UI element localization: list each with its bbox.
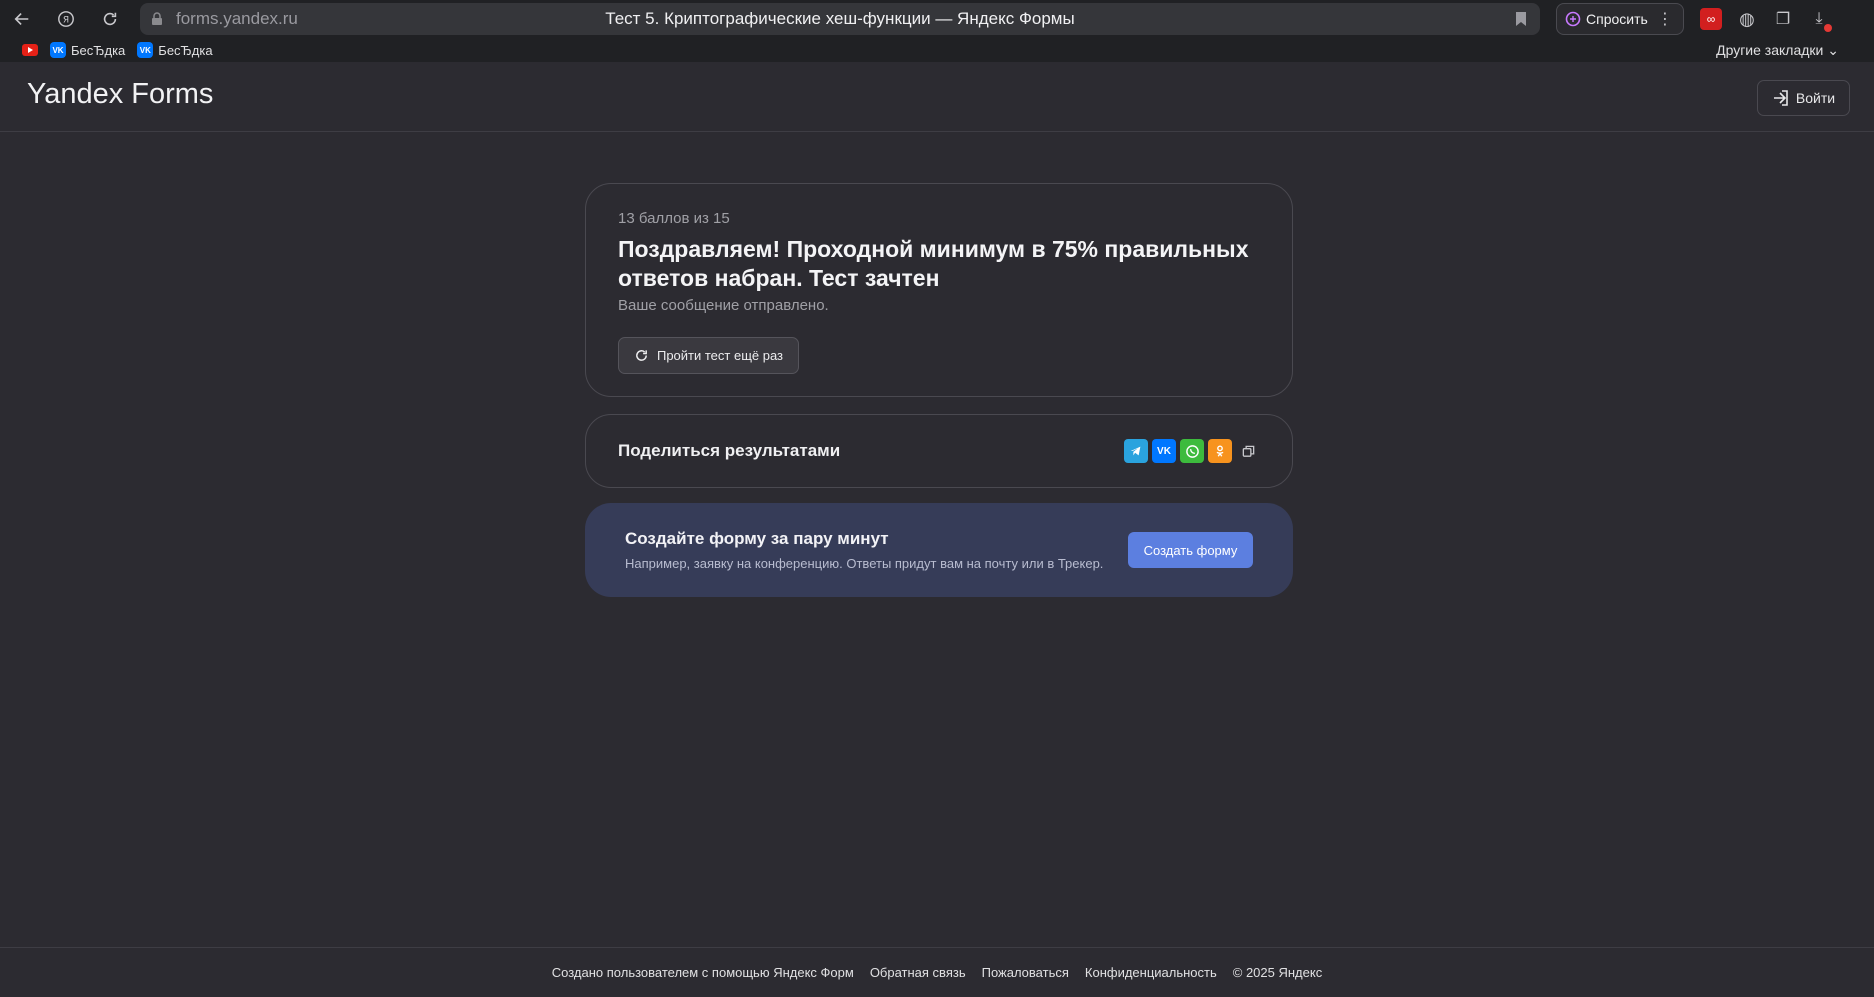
arrow-left-icon <box>14 13 29 25</box>
bookmarks-bar: VK БесЂдка VK БесЂдка Другие закладки ⌄ <box>0 38 1874 62</box>
bookmark-icon[interactable] <box>1514 11 1528 27</box>
bookmark-label: БесЂдка <box>158 42 213 58</box>
browser-toolbar: Я forms.yandex.ru Тест 5. Криптографичес… <box>0 0 1874 38</box>
share-label: Поделиться результатами <box>618 441 841 460</box>
vk-icon: VK <box>50 42 66 58</box>
footer: Создано пользователем с помощью Яндекс Ф… <box>0 947 1874 997</box>
other-bookmarks-label: Другие закладки <box>1716 41 1824 58</box>
score-text: 13 баллов из 15 <box>618 210 730 227</box>
vk-icon: VK <box>137 42 154 58</box>
create-form-promo: Создайте форму за пару минут Например, з… <box>585 503 1293 597</box>
refresh-icon <box>636 350 647 361</box>
footer-report-link[interactable]: Пожаловаться <box>982 965 1069 980</box>
footer-created-by[interactable]: Создано пользователем с помощью Яндекс Ф… <box>552 965 854 980</box>
collections-icon[interactable]: ❐ <box>1772 8 1794 30</box>
share-icons: VK <box>1124 439 1260 463</box>
bookmark-besedka-2[interactable]: VK БесЂдка <box>137 42 213 58</box>
vk-share-icon[interactable]: VK <box>1152 439 1176 463</box>
telegram-icon[interactable] <box>1124 439 1148 463</box>
extension-icon[interactable]: ∞ <box>1700 8 1722 30</box>
globe-icon[interactable]: ◍ <box>1736 8 1758 30</box>
submission-message: Ваше сообщение отправлено. <box>618 297 829 314</box>
result-title: Поздравляем! Проходной минимум в 75% пра… <box>618 236 1249 291</box>
downloads-icon[interactable]: ⤓ <box>1808 8 1832 32</box>
share-card: Поделиться результатами VK <box>585 414 1293 488</box>
chevron-down-icon: ⌄ <box>1827 41 1839 58</box>
odnoklassniki-icon[interactable] <box>1208 439 1232 463</box>
footer-feedback-link[interactable]: Обратная связь <box>870 965 966 980</box>
svg-text:Я: Я <box>63 16 69 26</box>
yandex-home-button[interactable]: Я <box>44 0 88 38</box>
ai-assistant-icon <box>1565 11 1581 27</box>
extensions-area: ∞ ◍ ❐ ⤓ <box>1700 0 1832 38</box>
login-icon <box>1773 90 1788 106</box>
yandex-logo-icon: Я <box>58 11 74 27</box>
copy-icon[interactable] <box>1236 439 1260 463</box>
ask-ai-button[interactable]: Спросить ⋮ <box>1556 3 1684 35</box>
page-title: Тест 5. Криптографические хеш-функции — … <box>605 9 1075 28</box>
reload-button[interactable] <box>88 0 132 38</box>
whatsapp-icon[interactable] <box>1180 439 1204 463</box>
login-label: Войти <box>1795 90 1836 106</box>
more-vertical-icon[interactable]: ⋮ <box>1657 9 1673 29</box>
ask-ai-label: Спросить <box>1586 11 1648 27</box>
bookmark-youtube[interactable] <box>22 44 38 56</box>
bookmark-label: БесЂдка <box>71 42 126 58</box>
footer-copyright: © 2025 Яндекс <box>1232 965 1323 980</box>
create-form-button[interactable]: Создать форму <box>1128 532 1253 568</box>
retry-test-button[interactable]: Пройти тест ещё раз <box>618 337 799 374</box>
app-header: Yandex Forms Войти <box>0 62 1874 132</box>
address-bar[interactable]: forms.yandex.ru Тест 5. Криптографически… <box>140 3 1540 35</box>
back-button[interactable] <box>0 0 44 38</box>
login-button[interactable]: Войти <box>1757 80 1850 116</box>
result-card: 13 баллов из 15 Поздравляем! Проходной м… <box>585 183 1293 397</box>
retry-label: Пройти тест ещё раз <box>656 348 784 363</box>
footer-privacy-link[interactable]: Конфиденциальность <box>1085 965 1217 980</box>
logo[interactable]: Yandex Forms <box>27 78 213 111</box>
bookmark-besedka-1[interactable]: VK БесЂдка <box>50 42 125 58</box>
other-bookmarks[interactable]: Другие закладки ⌄ <box>1716 42 1839 59</box>
youtube-icon <box>22 44 38 56</box>
reload-icon <box>103 12 117 26</box>
